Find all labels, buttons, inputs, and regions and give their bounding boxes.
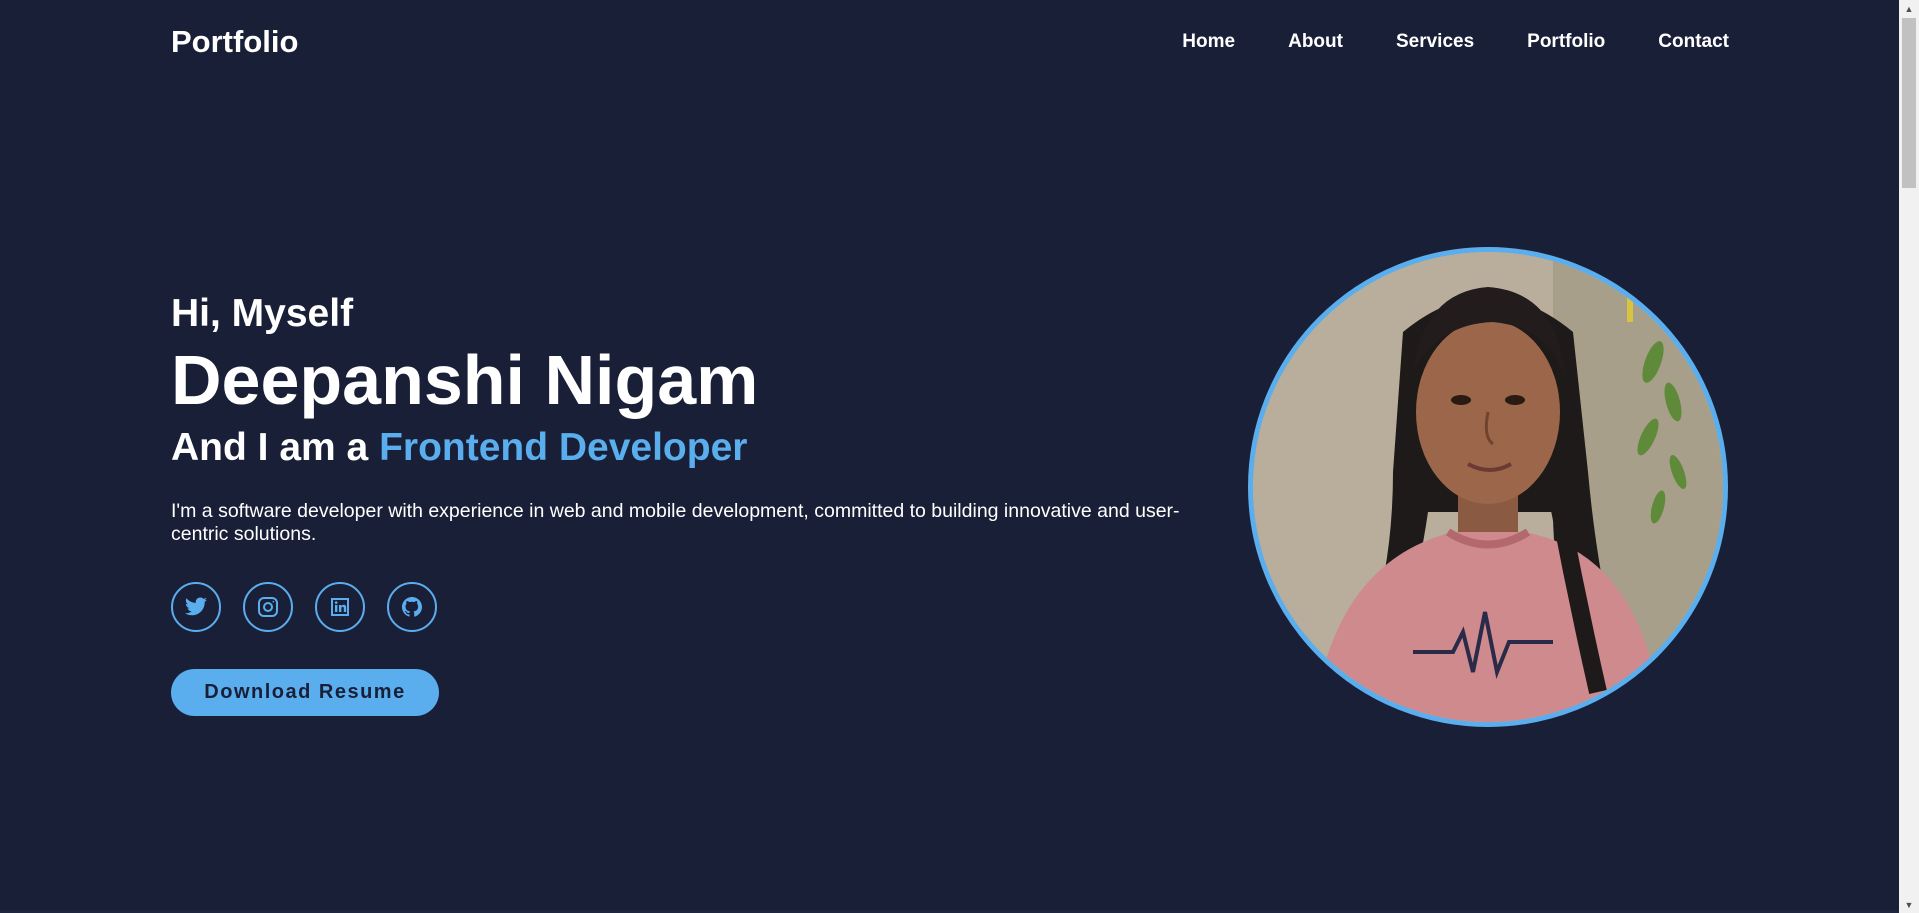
scroll-down-arrow-icon[interactable]: ▼ — [1899, 896, 1919, 913]
nav-about[interactable]: About — [1288, 31, 1343, 53]
nav-contact[interactable]: Contact — [1658, 31, 1729, 53]
site-header: Portfolio Home About Services Portfolio … — [171, 0, 1729, 84]
twitter-link[interactable] — [171, 582, 221, 632]
scrollbar-thumb[interactable] — [1902, 18, 1916, 188]
profile-photo-illustration — [1253, 252, 1723, 722]
main-nav: Home About Services Portfolio Contact — [1182, 31, 1729, 53]
twitter-icon — [185, 597, 207, 616]
page-scrollbar[interactable]: ▲ ▼ — [1899, 0, 1919, 913]
social-links — [171, 582, 1231, 632]
download-resume-button[interactable]: Download Resume — [171, 669, 439, 716]
nav-home[interactable]: Home — [1182, 31, 1235, 53]
nav-portfolio[interactable]: Portfolio — [1527, 31, 1605, 53]
profile-photo — [1248, 247, 1728, 727]
hero-role-prefix: And I am a — [171, 426, 369, 469]
nav-services[interactable]: Services — [1396, 31, 1474, 53]
hero-name: Deepanshi Nigam — [171, 341, 759, 419]
instagram-link[interactable] — [243, 582, 293, 632]
hero-bio: I'm a software developer with experience… — [171, 500, 1180, 545]
page-viewport: Portfolio Home About Services Portfolio … — [0, 0, 1899, 913]
instagram-icon — [258, 597, 278, 617]
scroll-up-arrow-icon[interactable]: ▲ — [1899, 0, 1919, 17]
hero-role: And I am a Frontend Developer — [171, 422, 1231, 474]
hero-greeting: Hi, Myself — [171, 292, 354, 335]
linkedin-icon — [331, 598, 349, 616]
site-logo[interactable]: Portfolio — [171, 24, 298, 60]
hero-role-highlight: Frontend Developer — [379, 426, 748, 469]
linkedin-link[interactable] — [315, 582, 365, 632]
github-icon — [402, 597, 422, 617]
github-link[interactable] — [387, 582, 437, 632]
hero-content: Hi, Myself Deepanshi Nigam And I am a Fr… — [171, 290, 1231, 716]
